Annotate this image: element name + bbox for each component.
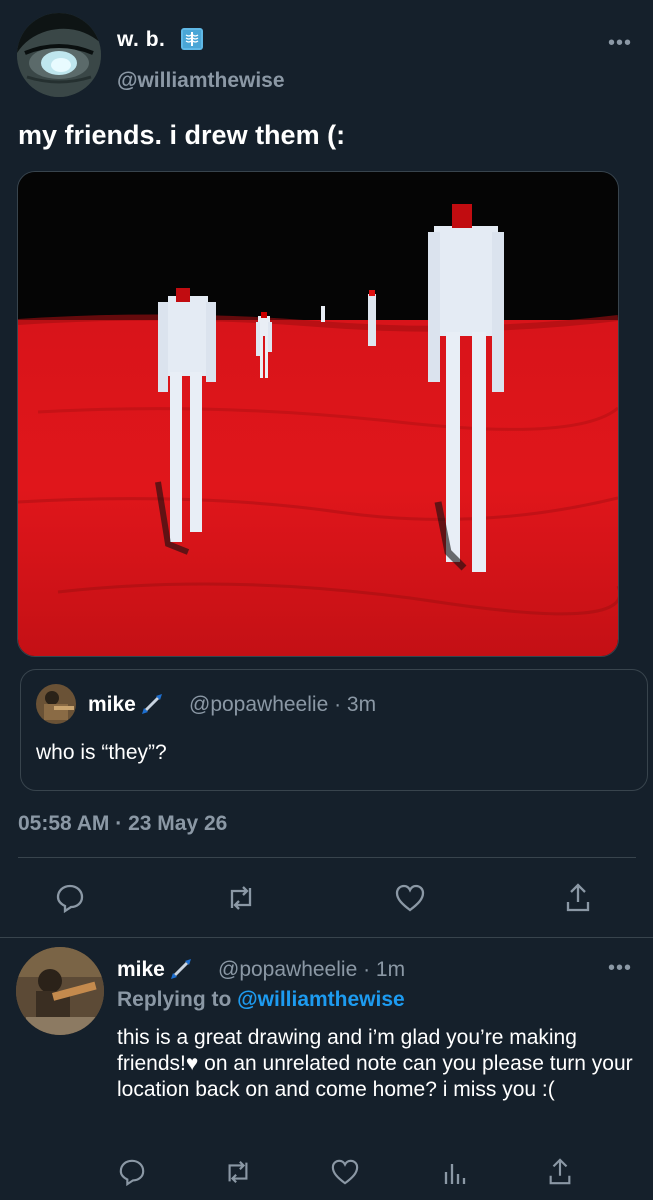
xray-icon bbox=[181, 28, 203, 50]
replying-prefix: Replying to bbox=[117, 988, 238, 1011]
paintbrush-icon bbox=[141, 694, 162, 714]
author-display-name[interactable]: w. b. bbox=[117, 28, 165, 52]
tweet-text: my friends. i drew them (: bbox=[18, 120, 346, 150]
painting-image bbox=[18, 172, 618, 656]
retweet-icon[interactable] bbox=[221, 878, 261, 918]
reply-icon[interactable] bbox=[112, 1152, 152, 1192]
author-avatar[interactable] bbox=[17, 13, 101, 97]
replying-to-link[interactable]: @williamthewise bbox=[237, 988, 405, 1011]
reply-author-name-text[interactable]: mike bbox=[117, 958, 165, 981]
quoted-tweet-card[interactable] bbox=[20, 669, 648, 791]
reply-text: this is a great drawing and i’m glad you… bbox=[117, 1026, 633, 1101]
quote-handle-time: @popawheelie · 3m bbox=[189, 693, 377, 716]
like-icon[interactable] bbox=[390, 878, 430, 918]
like-icon[interactable] bbox=[325, 1152, 365, 1192]
retweet-icon[interactable] bbox=[218, 1152, 258, 1192]
divider bbox=[18, 857, 636, 858]
reply-handle-time[interactable]: @popawheelie · 1m bbox=[218, 958, 405, 982]
quote-author-name: mike bbox=[88, 693, 164, 717]
reply-icon[interactable] bbox=[50, 878, 90, 918]
author-handle[interactable]: @williamthewise bbox=[117, 69, 285, 93]
share-icon[interactable] bbox=[558, 878, 598, 918]
tweet-image[interactable] bbox=[17, 171, 619, 657]
analytics-icon[interactable] bbox=[434, 1152, 474, 1192]
divider bbox=[0, 937, 653, 938]
reply-author-avatar[interactable] bbox=[16, 947, 104, 1035]
quote-author-avatar bbox=[36, 684, 76, 724]
quote-text: who is “they”? bbox=[36, 741, 167, 764]
share-icon[interactable] bbox=[540, 1152, 580, 1192]
paintbrush-icon bbox=[170, 959, 191, 979]
more-options-icon[interactable]: ••• bbox=[608, 32, 632, 55]
reply-more-options-icon[interactable]: ••• bbox=[608, 957, 632, 980]
tweet-timestamp[interactable]: 05:58 AM · 23 May 26 bbox=[18, 812, 227, 836]
quote-author-name-text: mike bbox=[88, 693, 136, 716]
reply-author-name[interactable]: mike bbox=[117, 958, 193, 982]
replying-to: Replying to @williamthewise bbox=[117, 988, 405, 1012]
